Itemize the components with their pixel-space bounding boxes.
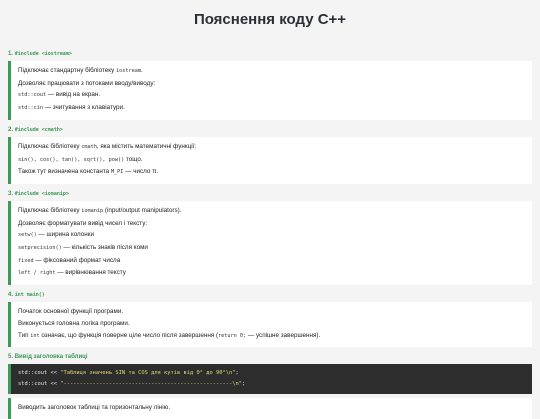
line-text: — вирівнювання тексту bbox=[55, 269, 126, 277]
section-number: 3. bbox=[8, 190, 14, 197]
code-line: std::cout << "--------------------------… bbox=[18, 381, 246, 388]
explanation-line: Також тут визначена константа M_PI — чис… bbox=[18, 166, 526, 179]
section-number: 1. bbox=[8, 51, 14, 57]
inline-code: iostream bbox=[115, 68, 141, 74]
inline-code: setprecision() bbox=[18, 245, 62, 252]
explanation-line: Дозволяє форматувати вивід чисел і текст… bbox=[18, 218, 526, 230]
inline-code: int bbox=[30, 332, 40, 339]
explanation-line: sin(), cos(), tan(), sqrt(), pow() тощо. bbox=[18, 154, 526, 167]
section-3: 3. #include <iomanip> Підключає бібліотек… bbox=[8, 190, 532, 286]
explanation-line: Тип int означає, що функція поверне ціле… bbox=[18, 330, 526, 343]
section-1: 1. #include <iostream> Підключає стандарт… bbox=[8, 50, 532, 120]
code-block: std::cout << "Таблиця значень SIN та COS… bbox=[8, 364, 532, 395]
inline-code: iomanip bbox=[81, 207, 104, 214]
line-text: Підключає бібліотеку bbox=[18, 206, 82, 214]
explanation-line: Дозволяє працювати з потоками вводу/виво… bbox=[18, 78, 526, 90]
section-title: 2. #include <cmath> bbox=[8, 126, 532, 134]
explanation-line: Виводить заголовок таблиці та горизонтал… bbox=[18, 404, 171, 412]
line-text: — число π. bbox=[123, 168, 159, 176]
explanation-line: Початок основної функції програми. bbox=[18, 306, 526, 318]
section-code: #include <cmath> bbox=[14, 126, 63, 133]
inline-code: std::cout bbox=[18, 92, 47, 99]
line-text: Підключає бібліотеку bbox=[18, 142, 82, 150]
line-text: — ширина колонки bbox=[36, 231, 95, 239]
inline-code: return 0; bbox=[218, 332, 247, 339]
explanation-card: Підключає бібліотеку iomanip (input/outp… bbox=[8, 200, 532, 286]
inline-code: fixed bbox=[18, 257, 34, 264]
explanation-line: setprecision() — кількість знаків після … bbox=[18, 242, 526, 255]
explanation-line: Підключає стандартну бібліотеку iostream… bbox=[18, 65, 526, 78]
section-number: 2. bbox=[8, 126, 14, 133]
line-text: Дозволяє форматувати вивід чисел і текст… bbox=[18, 219, 148, 227]
line-text: Виконується головна логіка програми. bbox=[18, 319, 130, 327]
explanation-line: Підключає бібліотеку cmath, яка містить … bbox=[18, 141, 526, 154]
line-text: , яка містить математичні функції: bbox=[96, 142, 197, 150]
line-text: — кількість знаків після коми bbox=[61, 244, 148, 252]
explanation-line: std::cin — зчитування з клавіатури. bbox=[18, 102, 526, 115]
section-title: 5. Вивід заголовка таблиці bbox=[8, 353, 532, 361]
page-title: Пояснення коду C++ bbox=[193, 11, 347, 28]
section-title: 3. #include <iomanip> bbox=[8, 190, 532, 198]
explanation-line: setw() — ширина колонки bbox=[18, 229, 526, 242]
explanation-line: left / right — вирівнювання тексту bbox=[18, 267, 526, 280]
inline-code: left / right bbox=[18, 270, 56, 277]
section-2: 2. #include <cmath> Підключає бібліотеку … bbox=[8, 126, 532, 184]
inline-code: sin(), cos(), tan(), sqrt(), pow() bbox=[18, 156, 125, 163]
inline-code: M_PI bbox=[110, 169, 124, 176]
line-text: означає, що функція поверне ціле число п… bbox=[39, 331, 219, 339]
section-number: 5. bbox=[8, 354, 14, 361]
line-text: тощо. bbox=[124, 155, 143, 163]
line-text: Також тут визначена константа bbox=[18, 168, 111, 176]
inline-code: setw() bbox=[18, 232, 37, 239]
section-label: Вивід заголовка таблиці bbox=[14, 354, 88, 361]
explanation-line: Підключає бібліотеку iomanip (input/outp… bbox=[18, 205, 526, 218]
inline-code: std::cin bbox=[18, 105, 43, 112]
line-text: Дозволяє працювати з потоками вводу/виво… bbox=[18, 79, 156, 87]
line-text: (input/output manipulators). bbox=[103, 206, 182, 214]
section-title: 4. int main() bbox=[8, 291, 532, 299]
explanation-card: Підключає бібліотеку cmath, яка містить … bbox=[8, 136, 532, 184]
section-code: #include <iostream> bbox=[14, 51, 72, 57]
section-number: 4. bbox=[8, 292, 14, 299]
explanation-line: fixed — фіксований формат числа bbox=[18, 255, 526, 268]
section-code: #include <iomanip> bbox=[14, 190, 69, 197]
section-title: 1. #include <iostream> bbox=[8, 50, 532, 58]
explanation-card: Виводить заголовок таблиці та горизонтал… bbox=[8, 398, 532, 419]
sections-container: 1. #include <iostream> Підключає стандарт… bbox=[8, 50, 532, 348]
explanation-line: Виконується головна логіка програми. bbox=[18, 318, 526, 330]
line-text: Тип bbox=[18, 331, 31, 339]
explanation-card: Підключає стандартну бібліотеку iostream… bbox=[8, 61, 532, 120]
page: Пояснення коду C++ 1. #include <iostream… bbox=[0, 0, 540, 419]
section-5: 5. Вивід заголовка таблиці std::cout << … bbox=[8, 353, 532, 419]
line-text: . bbox=[140, 67, 143, 74]
section-4: 4. int main() Початок основної функції пр… bbox=[8, 291, 532, 348]
inline-code: cmath bbox=[81, 143, 97, 150]
line-text: — фіксований формат числа bbox=[33, 256, 121, 264]
line-text: — зчитування з клавіатури. bbox=[43, 104, 125, 112]
line-text: — успішне завершення). bbox=[246, 331, 321, 339]
section-code: int main() bbox=[14, 292, 45, 299]
line-text: Початок основної функції програми. bbox=[18, 308, 124, 316]
line-text: — вивід на екран. bbox=[46, 91, 101, 99]
explanation-card: Початок основної функції програми. Викону… bbox=[8, 302, 532, 348]
code-line: std::cout << "Таблиця значень SIN та COS… bbox=[18, 370, 239, 377]
explanation-line: std::cout — вивід на екран. bbox=[18, 89, 526, 102]
line-text: Підключає стандартну бібліотеку bbox=[18, 67, 116, 74]
